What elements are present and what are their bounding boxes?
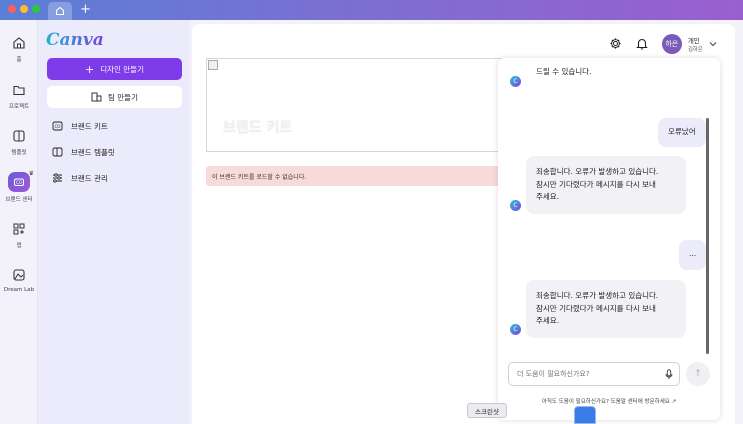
brand-icon: CO — [8, 172, 30, 192]
apps-icon — [10, 220, 28, 238]
user-message: 오류났어 — [658, 118, 706, 147]
nav-projects[interactable]: 프로젝트 — [0, 81, 38, 110]
assistant-message-line: 주세요. — [536, 316, 560, 325]
gear-icon — [610, 37, 621, 49]
nav-home-label: 홈 — [16, 57, 22, 63]
template-icon — [10, 127, 28, 145]
app-window: 홈 프로젝트 템플릿 CO ♛ 브랜드 센터 앱 Dream Lab Canva… — [0, 20, 743, 424]
nav-apps[interactable]: 앱 — [0, 220, 38, 249]
minimize-window-button[interactable] — [20, 5, 28, 13]
assistant-message-line: 주세요. — [536, 192, 560, 201]
create-design-button[interactable]: + 디자인 만들기 — [47, 58, 182, 80]
menu-brand-kit[interactable]: CO 브랜드 키트 — [52, 119, 108, 133]
window-titlebar: + — [0, 0, 743, 20]
assistant-message: 죄송합니다. 오류가 발생하고 있습니다. 잠시만 기다렸다가 메시지를 다시 … — [526, 156, 686, 214]
create-design-label: 디자인 만들기 — [100, 64, 144, 74]
nav-dream-lab[interactable]: Dream Lab — [0, 266, 38, 293]
new-tab-button[interactable]: + — [80, 1, 91, 19]
assistant-avatar-icon: C — [510, 76, 521, 87]
error-alert: 이 브랜드 키트를 로드할 수 없습니다. — [206, 166, 506, 186]
tooltip-text: 스크린샷 — [475, 407, 499, 416]
menu-brand-templates[interactable]: 브랜드 템플릿 — [52, 145, 115, 159]
notifications-button[interactable] — [635, 37, 648, 52]
chevron-down-icon — [709, 42, 717, 47]
menu-brand-management[interactable]: 브랜드 관리 — [52, 171, 108, 185]
nav-rail: 홈 프로젝트 템플릿 CO ♛ 브랜드 센터 앱 Dream Lab — [0, 20, 38, 424]
help-center-text: 아직도 도움이 필요하신가요? 도움말 센터에 방문하세요 — [541, 399, 670, 405]
assistant-message-line: 잠시만 기다렸다가 메시지를 다시 보내 — [536, 179, 656, 189]
chat-input-box[interactable] — [508, 362, 680, 386]
send-button[interactable]: ↑ — [686, 362, 710, 386]
nav-apps-label: 앱 — [16, 243, 22, 249]
assistant-message: 죄송합니다. 오류가 발생하고 있습니다. 잠시만 기다렸다가 메시지를 다시 … — [526, 280, 686, 338]
team-icon — [91, 92, 102, 102]
nav-brand-center[interactable]: CO ♛ 브랜드 센터 — [0, 170, 38, 203]
assistant-chat-panel: 드릴 수 있습니다. C 오류났어 죄송합니다. 오류가 발생하고 있습니다. … — [498, 58, 720, 420]
account-name: 김하은 — [687, 47, 703, 53]
home-icon — [55, 6, 65, 16]
header-actions: 하은 개인 김하은 — [609, 34, 717, 54]
bell-icon — [635, 38, 648, 50]
menu-brand-templates-label: 브랜드 템플릿 — [71, 147, 115, 157]
arrow-up-icon: ↑ — [694, 369, 702, 379]
screenshot-tooltip: 스크린샷 — [467, 403, 507, 418]
assistant-message-line: 죄송합니다. 오류가 발생하고 있습니다. — [536, 291, 659, 300]
dock-app-icon[interactable] — [574, 406, 596, 424]
svg-text:CO: CO — [16, 180, 22, 185]
broken-image-icon — [208, 60, 218, 70]
menu-brand-kit-label: 브랜드 키트 — [71, 121, 108, 131]
user-message: ... — [679, 240, 707, 270]
account-text: 개인 김하은 — [688, 35, 703, 53]
nav-templates-label: 템플릿 — [11, 150, 27, 156]
brand-kit-banner: 브랜드 키트 — [206, 58, 506, 152]
error-message: 이 브랜드 키트를 로드할 수 없습니다. — [212, 173, 307, 181]
crown-icon: ♛ — [28, 170, 34, 177]
sliders-icon — [53, 173, 62, 183]
nav-projects-label: 프로젝트 — [8, 104, 30, 110]
close-window-button[interactable] — [8, 5, 16, 13]
nav-templates[interactable]: 템플릿 — [0, 127, 38, 156]
dream-lab-icon — [10, 266, 28, 284]
chat-input[interactable] — [517, 370, 657, 378]
assistant-avatar-icon: C — [510, 324, 521, 335]
banner-title: 브랜드 키트 — [223, 120, 293, 136]
create-team-label: 팀 만들기 — [108, 92, 138, 102]
microphone-icon[interactable] — [665, 368, 673, 380]
nav-dream-lab-label: Dream Lab — [3, 287, 35, 293]
canva-logo[interactable]: Canva — [46, 30, 104, 50]
side-panel: Canva + 디자인 만들기 팀 만들기 CO 브랜드 키트 브랜드 템플릿 … — [38, 20, 190, 424]
assistant-message-line: 죄송합니다. 오류가 발생하고 있습니다. — [536, 167, 659, 176]
nav-home[interactable]: 홈 — [0, 34, 38, 63]
brand-template-icon — [52, 147, 63, 157]
account-type: 개인 — [687, 37, 700, 45]
help-center-link[interactable]: 아직도 도움이 필요하신가요? 도움말 센터에 방문하세요 ↗ — [498, 397, 720, 405]
maximize-window-button[interactable] — [32, 5, 40, 13]
assistant-message-line: 잠시만 기다렸다가 메시지를 다시 보내 — [536, 303, 656, 313]
settings-button[interactable] — [609, 37, 622, 52]
menu-brand-management-label: 브랜드 관리 — [71, 173, 108, 183]
account-menu[interactable]: 하은 개인 김하은 — [661, 34, 717, 54]
home-icon — [10, 34, 28, 52]
nav-brand-center-label: 브랜드 센터 — [5, 197, 33, 203]
chat-fragment: 드릴 수 있습니다. — [536, 67, 592, 76]
plus-icon: + — [84, 62, 95, 76]
brand-kit-icon: CO — [52, 121, 63, 131]
external-link-icon: ↗ — [671, 399, 677, 405]
create-team-button[interactable]: 팀 만들기 — [47, 86, 182, 108]
avatar: 하은 — [661, 34, 682, 54]
svg-text:CO: CO — [55, 124, 61, 129]
assistant-avatar-icon: C — [510, 200, 521, 211]
chat-scrollbar[interactable] — [706, 118, 709, 354]
folder-icon — [10, 81, 28, 99]
home-tab[interactable] — [48, 2, 72, 20]
